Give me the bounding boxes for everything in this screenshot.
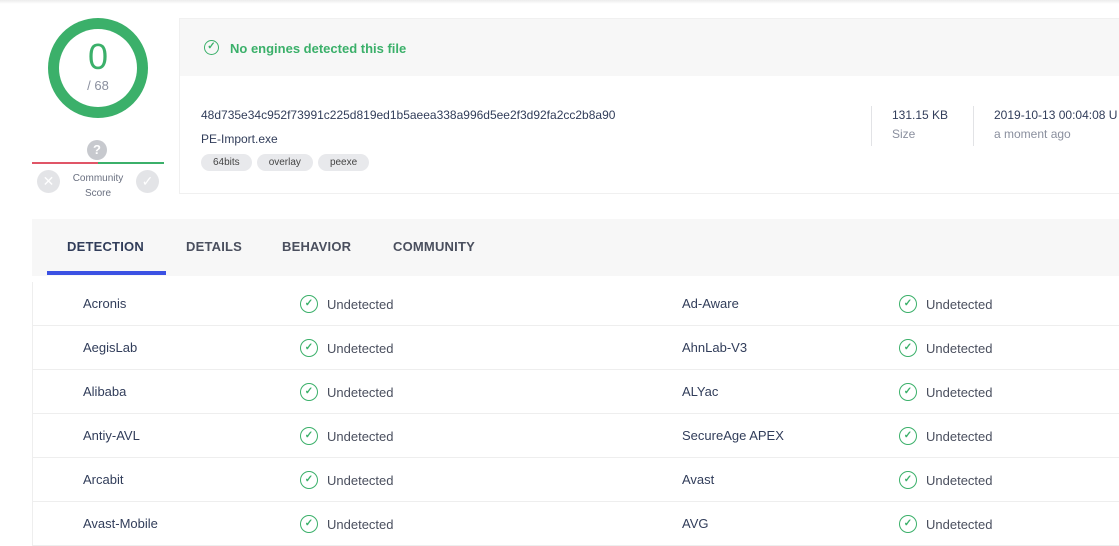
engine-result: ✓ Undetected	[300, 295, 394, 313]
check-circle-icon: ✓	[899, 383, 917, 401]
file-size-value: 131.15 KB	[892, 108, 949, 122]
file-size-label: Size	[892, 127, 916, 141]
detection-banner: ✓ No engines detected this file	[180, 19, 1119, 76]
file-tags: 64bits overlay peexe	[201, 154, 370, 171]
engine-result: ✓ Undetected	[899, 471, 993, 489]
engine-name: Antiy-AVL	[83, 428, 140, 443]
check-circle-icon: ✓	[899, 515, 917, 533]
check-circle-icon: ✓	[300, 471, 318, 489]
engine-name: Arcabit	[83, 472, 124, 487]
vote-malicious-icon[interactable]: ✕	[37, 170, 60, 193]
result-text: Undetected	[926, 472, 993, 488]
check-circle-icon: ✓	[300, 427, 318, 445]
check-circle-icon: ✓	[899, 295, 917, 313]
result-text: Undetected	[926, 516, 993, 532]
check-circle-icon: ✓	[899, 471, 917, 489]
vote-harmless-icon[interactable]: ✓	[136, 170, 159, 193]
engine-result: ✓ Undetected	[899, 427, 993, 445]
analysis-date-relative: a moment ago	[994, 127, 1071, 141]
engine-result: ✓ Undetected	[300, 383, 394, 401]
result-text: Undetected	[926, 384, 993, 400]
engine-result: ✓ Undetected	[899, 515, 993, 533]
result-text: Undetected	[327, 296, 394, 312]
engine-name: ALYac	[682, 384, 719, 399]
question-icon[interactable]: ?	[87, 140, 107, 160]
detection-score-gauge: 0 / 68	[48, 18, 148, 118]
engine-name: Ad-Aware	[682, 296, 739, 311]
result-text: Undetected	[327, 384, 394, 400]
engine-result: ✓ Undetected	[899, 295, 993, 313]
detection-table: Acronis ✓ Undetected Ad-Aware ✓ Undetected…	[32, 282, 1119, 546]
analysis-date-value: 2019-10-13 00:04:08 U	[994, 108, 1118, 122]
check-circle-icon: ✓	[300, 515, 318, 533]
engine-name: Alibaba	[83, 384, 127, 399]
report-tabs: DETECTION DETAILS BEHAVIOR COMMUNITY	[32, 219, 1119, 276]
table-row: Alibaba ✓ Undetected ALYac ✓ Undetected	[33, 370, 1119, 414]
table-row: AegisLab ✓ Undetected AhnLab-V3 ✓ Undetect…	[33, 326, 1119, 370]
file-hash[interactable]: 48d735e34c952f73991c225d819ed1b5aeea338a…	[201, 108, 615, 122]
engine-name: AhnLab-V3	[682, 340, 748, 355]
active-tab-indicator	[47, 271, 166, 275]
top-shadow	[0, 0, 1119, 4]
score-inner: 0 / 68	[59, 29, 137, 107]
tag-overlay[interactable]: overlay	[256, 154, 313, 171]
community-label-line1: Community	[72, 173, 124, 184]
tag-peexe[interactable]: peexe	[317, 154, 370, 171]
community-bar-harmless	[98, 162, 164, 164]
community-score-label: Community Score	[66, 171, 130, 201]
result-text: Undetected	[327, 472, 394, 488]
tab-details[interactable]: DETAILS	[186, 239, 242, 254]
check-circle-icon: ✓	[899, 339, 917, 357]
table-row: Arcabit ✓ Undetected Avast ✓ Undetected	[33, 458, 1119, 502]
engine-result: ✓ Undetected	[899, 383, 993, 401]
engine-result: ✓ Undetected	[899, 339, 993, 357]
engine-name: Avast	[682, 472, 715, 487]
engine-name: SecureAge APEX	[682, 428, 784, 443]
check-circle-icon: ✓	[300, 339, 318, 357]
engine-result: ✓ Undetected	[300, 339, 394, 357]
engine-name: Avast-Mobile	[83, 516, 158, 531]
check-circle-icon: ✓	[300, 295, 318, 313]
table-row: Antiy-AVL ✓ Undetected SecureAge APEX ✓ Un…	[33, 414, 1119, 458]
check-circle-icon: ✓	[899, 427, 917, 445]
engine-name: AVG	[682, 516, 709, 531]
file-summary-card: ✓ No engines detected this file 48d735e3…	[179, 18, 1119, 194]
check-circle-icon: ✓	[300, 383, 318, 401]
file-name: PE-Import.exe	[201, 132, 278, 146]
banner-text: No engines detected this file	[230, 41, 407, 56]
tag-64bits[interactable]: 64bits	[201, 154, 252, 171]
result-text: Undetected	[327, 428, 394, 444]
engine-name: AegisLab	[83, 340, 138, 355]
detection-count: 0	[87, 36, 109, 77]
tab-behavior[interactable]: BEHAVIOR	[282, 239, 351, 254]
engine-result: ✓ Undetected	[300, 471, 394, 489]
engine-total: / 68	[87, 78, 109, 93]
table-row: Acronis ✓ Undetected Ad-Aware ✓ Undetected	[33, 282, 1119, 326]
engine-result: ✓ Undetected	[300, 515, 394, 533]
engine-name: Acronis	[83, 296, 127, 311]
result-text: Undetected	[327, 516, 394, 532]
check-circle-icon: ✓	[204, 40, 219, 55]
result-text: Undetected	[926, 340, 993, 356]
meta-divider	[871, 106, 872, 146]
tab-community[interactable]: COMMUNITY	[393, 239, 475, 254]
tab-detection[interactable]: DETECTION	[67, 239, 144, 254]
community-bar-malicious	[32, 162, 98, 164]
result-text: Undetected	[926, 428, 993, 444]
result-text: Undetected	[926, 296, 993, 312]
table-row: Avast-Mobile ✓ Undetected AVG ✓ Undetected	[33, 502, 1119, 546]
engine-result: ✓ Undetected	[300, 427, 394, 445]
community-label-line2: Score	[84, 188, 112, 199]
meta-divider	[973, 106, 974, 146]
result-text: Undetected	[327, 340, 394, 356]
